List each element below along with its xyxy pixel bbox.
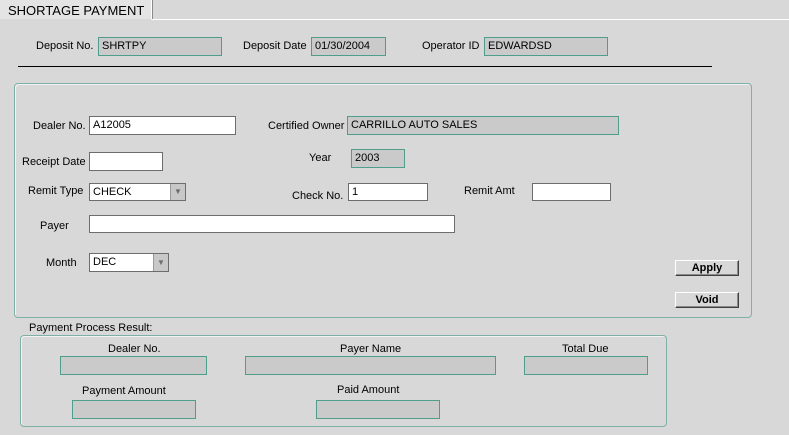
apply-button[interactable]: Apply <box>675 260 739 276</box>
receipt-date-input[interactable] <box>89 152 163 171</box>
year-label: Year <box>309 152 332 164</box>
tab-shortage-payment[interactable]: SHORTAGE PAYMENT <box>0 0 152 20</box>
result-payment-amount-label: Payment Amount <box>82 385 166 397</box>
operator-id-field: EDWARDSD <box>484 37 608 56</box>
receipt-date-label: Receipt Date <box>22 156 86 168</box>
header-divider <box>18 66 712 67</box>
month-label: Month <box>46 257 77 269</box>
deposit-no-field: SHRTPY <box>98 37 222 56</box>
year-field: 2003 <box>351 149 405 168</box>
deposit-date-label: Deposit Date <box>243 40 307 52</box>
result-total-due-field <box>524 356 648 375</box>
result-dealer-no-field <box>60 356 207 375</box>
result-paid-amount-field <box>316 400 440 419</box>
remit-type-label: Remit Type <box>28 185 84 197</box>
chevron-down-icon[interactable]: ▼ <box>153 254 168 271</box>
certified-owner-field: CARRILLO AUTO SALES <box>347 116 619 135</box>
chevron-down-icon[interactable]: ▼ <box>170 184 185 200</box>
result-paid-amount-label: Paid Amount <box>337 384 400 396</box>
month-value: DEC <box>93 256 117 268</box>
void-button[interactable]: Void <box>675 292 739 308</box>
result-payer-name-label: Payer Name <box>340 343 402 355</box>
result-payment-amount-field <box>72 400 196 419</box>
remit-amt-input[interactable] <box>532 183 611 201</box>
payment-result-title: Payment Process Result: <box>29 322 153 334</box>
result-total-due-label: Total Due <box>562 343 609 355</box>
dealer-no-label: Dealer No. <box>33 120 86 132</box>
month-select[interactable]: DEC ▼ <box>89 253 169 272</box>
result-payer-name-field <box>245 356 496 375</box>
operator-id-label: Operator ID <box>422 40 480 52</box>
payer-label: Payer <box>40 220 69 232</box>
tab-strip-line <box>152 19 789 20</box>
deposit-date-field: 01/30/2004 <box>311 37 386 56</box>
remit-amt-label: Remit Amt <box>464 185 515 197</box>
payer-input[interactable] <box>89 215 455 233</box>
certified-owner-label: Certified Owner <box>268 120 345 132</box>
check-no-label: Check No. <box>292 190 344 202</box>
remit-type-value: CHECK <box>93 186 132 198</box>
remit-type-select[interactable]: CHECK ▼ <box>89 183 186 201</box>
check-no-input[interactable]: 1 <box>348 183 428 201</box>
deposit-no-label: Deposit No. <box>36 40 94 52</box>
result-dealer-no-label: Dealer No. <box>108 343 161 355</box>
dealer-no-input[interactable]: A12005 <box>89 116 236 135</box>
